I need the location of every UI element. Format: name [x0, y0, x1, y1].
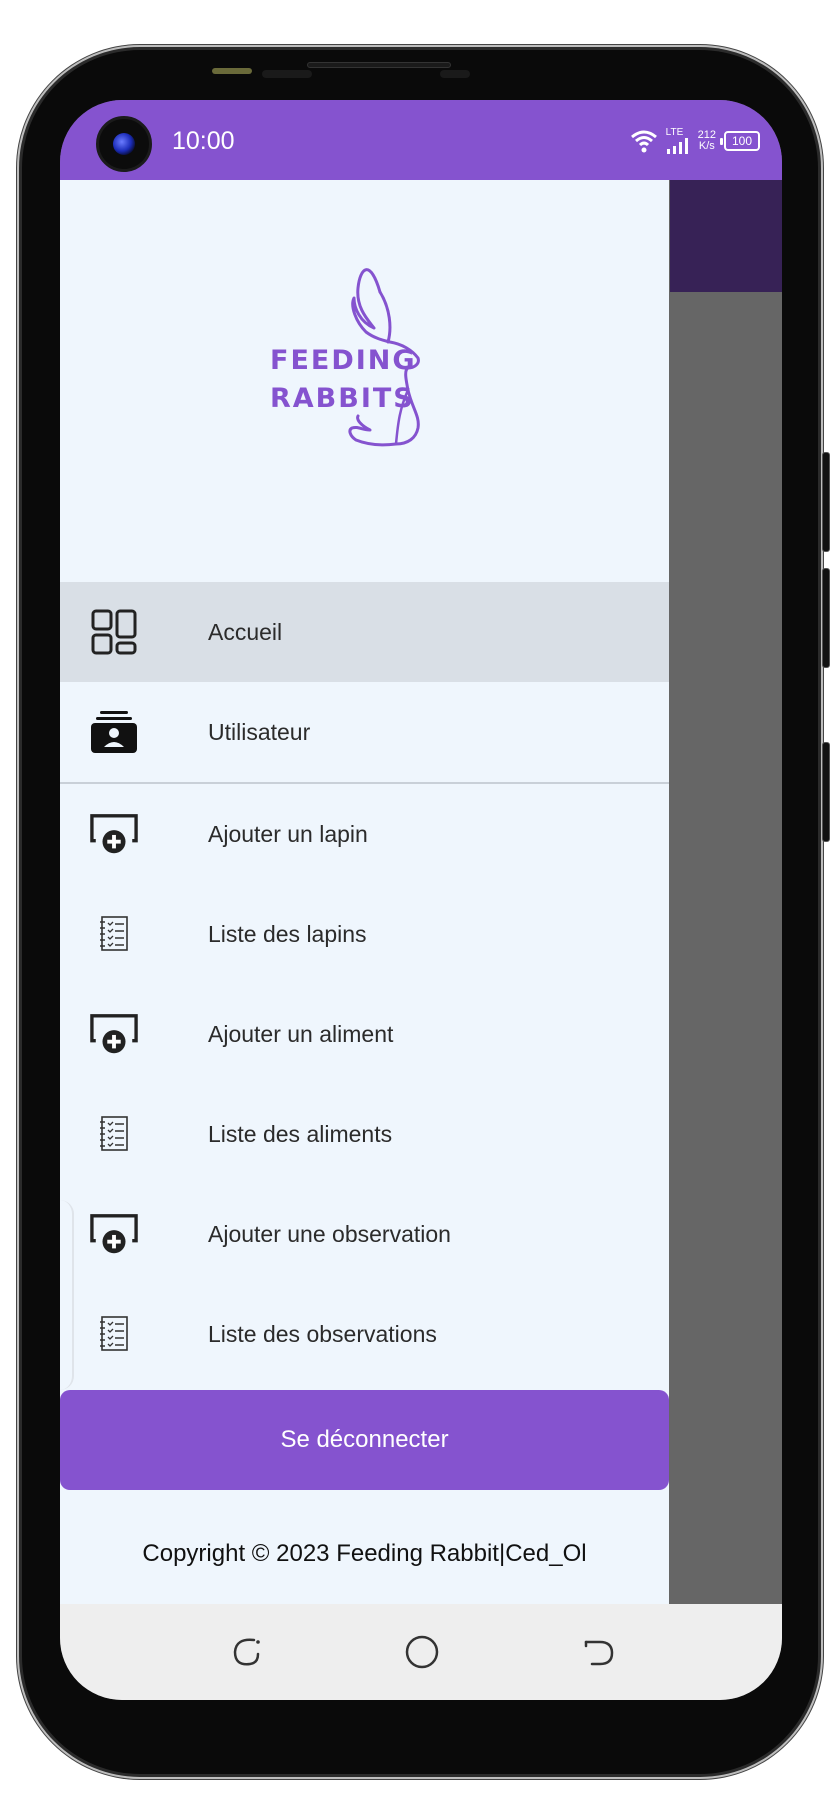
menu-item-liste-aliments[interactable]: Liste des aliments — [60, 1084, 669, 1184]
drawer-header: FEEDING RABBITS — [60, 180, 669, 582]
volume-down-button — [822, 568, 830, 668]
menu-item-utilisateur[interactable]: Utilisateur — [60, 682, 669, 782]
volume-up-button — [822, 452, 830, 552]
menu-item-ajouter-aliment[interactable]: Ajouter un aliment — [60, 984, 669, 1084]
app-bar-behind-drawer — [670, 180, 782, 292]
menu-item-accueil[interactable]: Accueil — [60, 582, 669, 682]
front-camera — [96, 116, 152, 172]
network-speed: 212 K/s — [697, 129, 716, 152]
logout-button[interactable]: Se déconnecter — [60, 1390, 669, 1490]
add-screen-icon — [90, 810, 138, 858]
earpiece-grille — [262, 70, 312, 78]
signal-bars-icon — [666, 138, 688, 154]
menu-item-label: Liste des observations — [208, 1320, 437, 1347]
network-type: LTE — [665, 127, 684, 138]
wifi-icon — [630, 130, 657, 153]
home-button[interactable] — [404, 1634, 440, 1670]
earpiece-speaker — [212, 68, 252, 74]
menu-item-ajouter-observation[interactable]: Ajouter une observation — [60, 1184, 669, 1284]
menu-item-label: Ajouter un aliment — [208, 1020, 394, 1047]
feeding-rabbits-logo: FEEDING RABBITS — [270, 258, 450, 458]
battery-icon: 100 — [720, 131, 760, 151]
logo-text: FEEDING RABBITS — [270, 342, 417, 418]
status-bar: 10:00 LTE 212 K/s 100 — [60, 100, 782, 180]
top-speaker — [307, 62, 451, 68]
menu-item-label: Liste des lapins — [208, 920, 367, 947]
menu-item-label: Ajouter une observation — [208, 1220, 451, 1247]
recent-apps-button[interactable] — [228, 1634, 264, 1670]
status-icons: LTE 212 K/s 100 — [630, 124, 760, 158]
signal-indicator: LTE — [666, 128, 690, 154]
menu-item-ajouter-lapin[interactable]: Ajouter un lapin — [60, 784, 669, 884]
power-button — [822, 742, 830, 842]
menu-item-label: Utilisateur — [208, 718, 311, 745]
user-card-icon — [90, 708, 138, 756]
add-screen-icon — [90, 1210, 138, 1258]
menu-item-label: Accueil — [208, 618, 283, 645]
menu-item-label: Liste des aliments — [208, 1120, 393, 1147]
logo-text-line1: FEEDING — [270, 345, 417, 376]
dashboard-icon — [90, 608, 138, 656]
sensor — [440, 70, 470, 78]
add-screen-icon — [90, 1010, 138, 1058]
menu-item-liste-lapins[interactable]: Liste des lapins — [60, 884, 669, 984]
menu-item-liste-observations[interactable]: Liste des observations — [60, 1284, 669, 1384]
back-button[interactable] — [580, 1634, 616, 1670]
copyright-footer: Copyright © 2023 Feeding Rabbit|Ced_Ol — [60, 1504, 669, 1604]
checklist-icon — [90, 1110, 138, 1158]
checklist-icon — [90, 1310, 138, 1358]
status-time: 10:00 — [172, 127, 235, 155]
checklist-icon — [90, 910, 138, 958]
system-navigation-bar — [60, 1604, 782, 1700]
logo-text-line2: RABBITS — [270, 383, 415, 414]
menu-item-label: Ajouter un lapin — [208, 820, 368, 847]
screen: 10:00 LTE 212 K/s 100 FEEDING RABBITS Ac… — [60, 100, 782, 1700]
